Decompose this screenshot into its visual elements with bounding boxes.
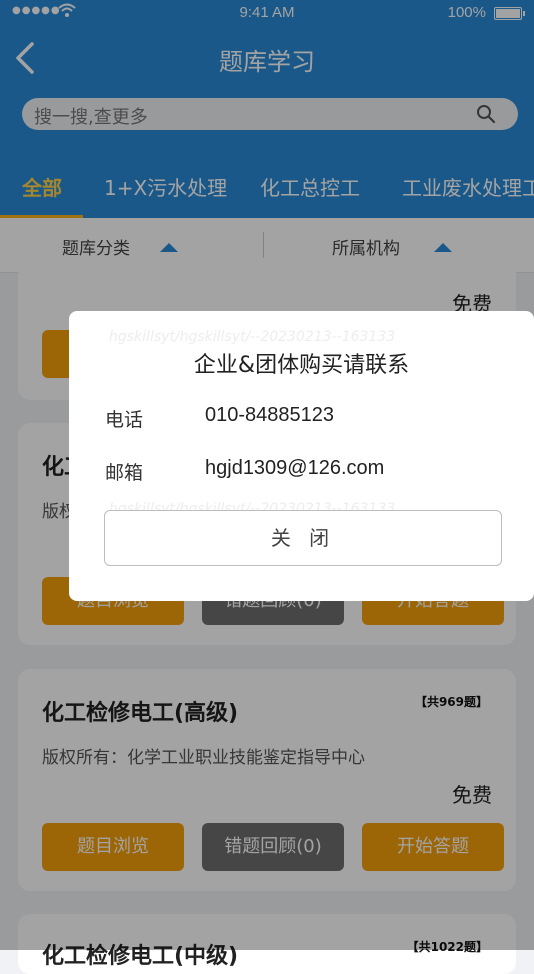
contact-modal: hgskillsyt/hgskillsyt/--20230213--163133… [69,311,534,601]
phone-label: 电话 [105,409,144,431]
modal-title: 企业&团体购买请联系 [193,353,410,378]
email-label: 邮箱 [105,462,144,484]
close-button[interactable]: 关 闭 [104,510,502,566]
phone-value[interactable]: 010-84885123 [205,404,334,427]
watermark: hgskillsyt/hgskillsyt/--20230213--163133 [109,329,396,345]
email-value[interactable]: hgjd1309@126.com [205,457,384,480]
